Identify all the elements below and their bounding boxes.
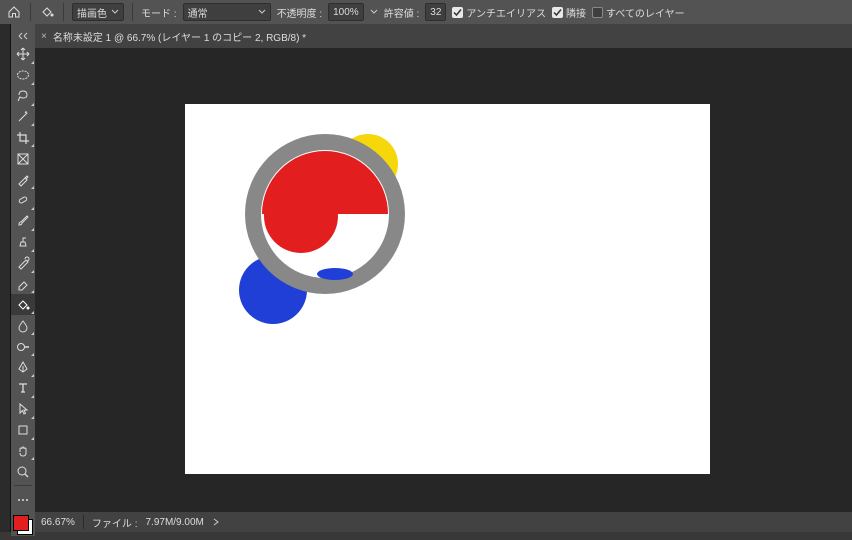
fill-mode-value: 描画色 [77,5,107,20]
zoom-tool[interactable] [11,461,35,482]
dodge-tool[interactable] [11,336,35,357]
shape-tool[interactable] [11,420,35,441]
blend-mode-select[interactable]: 通常 [183,3,271,21]
marquee-tool[interactable] [11,65,35,86]
blend-mode-value: 通常 [188,5,208,20]
tolerance-input[interactable]: 32 [425,3,446,21]
close-tab-icon[interactable]: × [41,31,47,42]
brush-tool[interactable] [11,211,35,232]
lasso-tool[interactable] [11,86,35,107]
crop-tool[interactable] [11,127,35,148]
chevron-right-icon[interactable] [212,518,220,526]
color-swatches[interactable] [12,514,34,536]
frame-tool[interactable] [11,148,35,169]
fill-mode-select[interactable]: 描画色 [72,3,124,21]
left-panel-strip [0,24,11,532]
antialias-label: アンチエイリアス [466,5,546,20]
contiguous-label: 隣接 [566,5,586,20]
tolerance-value: 32 [430,7,441,18]
toolbox [11,24,35,536]
path-selection-tool[interactable] [11,399,35,420]
foreground-color-swatch[interactable] [13,515,29,531]
zoom-level[interactable]: 66.67% [41,517,75,528]
pen-tool[interactable] [11,357,35,378]
eraser-tool[interactable] [11,274,35,295]
artwork-icon [185,104,710,474]
document-tab-bar: × 名称未設定 1 @ 66.7% (レイヤー 1 のコピー 2, RGB/8)… [35,24,852,48]
options-bar: 描画色 モード : 通常 不透明度 : 100% 許容値 : 32 アンチエイリ… [0,0,852,24]
bucket-tool-icon[interactable] [39,4,55,20]
history-brush-tool[interactable] [11,253,35,274]
magic-wand-tool[interactable] [11,107,35,128]
healing-brush-tool[interactable] [11,190,35,211]
opacity-label: 不透明度 : [277,5,323,20]
edit-toolbar-icon[interactable] [11,489,35,510]
home-icon[interactable] [6,4,22,20]
opacity-value: 100% [333,7,359,18]
antialias-checkbox[interactable]: アンチエイリアス [452,5,546,20]
canvas-area[interactable] [35,48,852,512]
type-tool[interactable] [11,378,35,399]
hand-tool[interactable] [11,441,35,462]
chevron-down-icon[interactable] [370,8,378,16]
contiguous-checkbox[interactable]: 隣接 [552,5,586,20]
all-layers-checkbox[interactable]: すべてのレイヤー [592,5,685,20]
toolbox-expand-icon[interactable] [11,28,35,44]
opacity-input[interactable]: 100% [328,3,364,21]
paint-bucket-tool[interactable] [11,294,35,315]
all-layers-label: すべてのレイヤー [606,5,685,20]
file-size-label: ファイル : [92,515,138,530]
canvas[interactable] [185,104,710,474]
blur-tool[interactable] [11,315,35,336]
file-size-value: 7.97M/9.00M [145,517,203,528]
document-tab-title[interactable]: 名称未設定 1 @ 66.7% (レイヤー 1 のコピー 2, RGB/8) * [53,29,306,44]
status-bar: 66.67% ファイル : 7.97M/9.00M [35,512,852,532]
mode-label: モード : [141,5,177,20]
eyedropper-tool[interactable] [11,169,35,190]
tolerance-label: 許容値 : [384,5,420,20]
move-tool[interactable] [11,44,35,65]
clone-stamp-tool[interactable] [11,232,35,253]
